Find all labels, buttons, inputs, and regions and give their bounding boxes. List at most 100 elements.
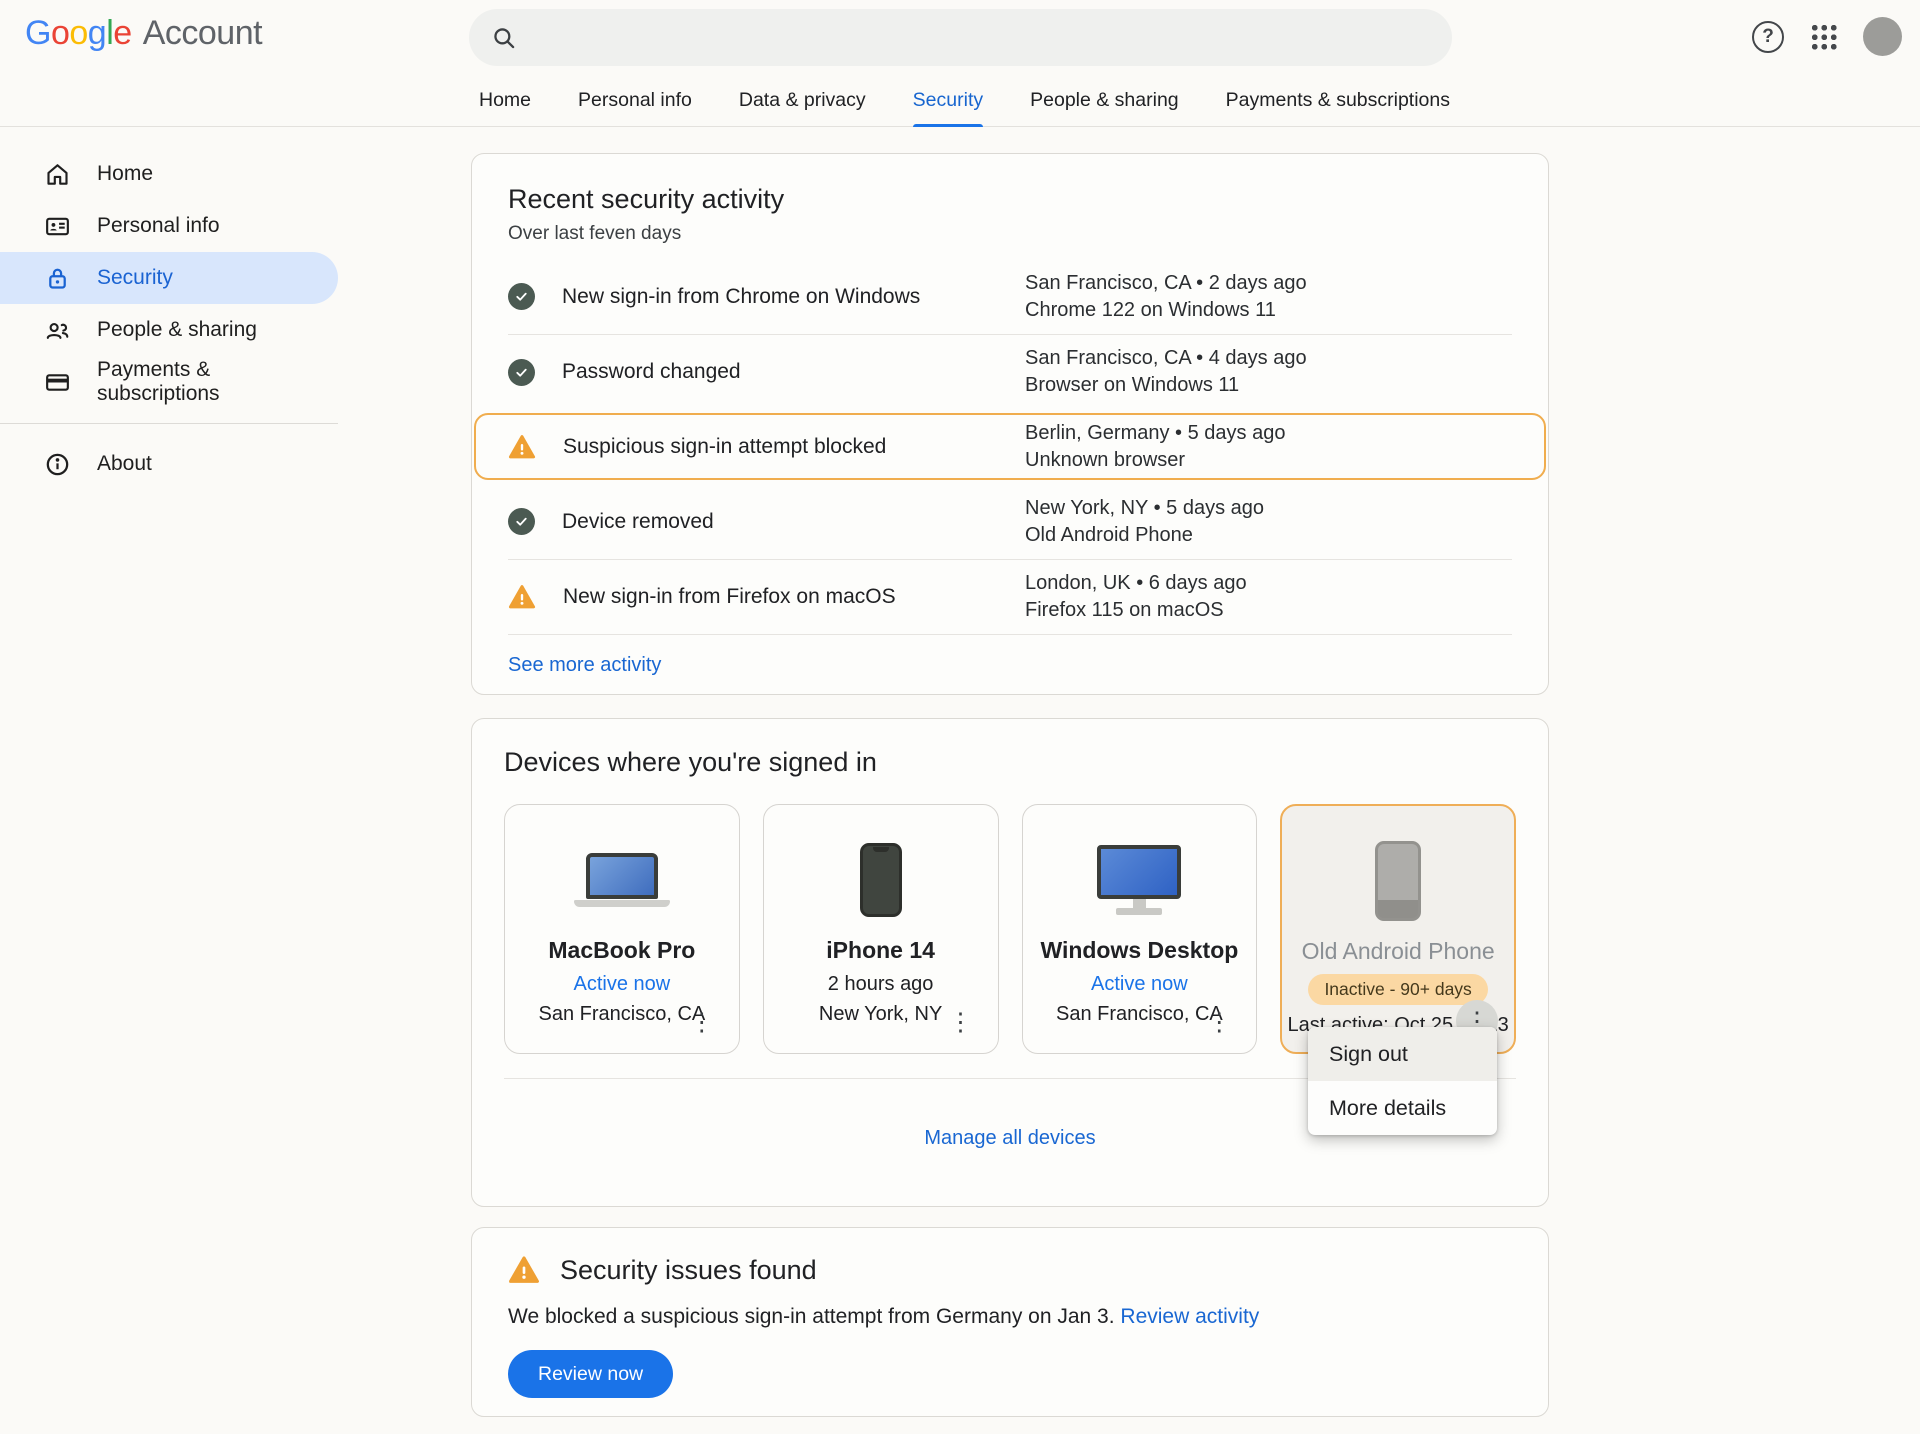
tab-data-privacy[interactable]: Data & privacy [739, 73, 866, 127]
check-icon [508, 508, 535, 535]
activity-meta-detail: Firefox 115 on macOS [1025, 597, 1512, 624]
people-icon [44, 317, 71, 344]
activity-meta-location: Berlin, Germany • 5 days ago [1025, 420, 1512, 447]
device-status: Active now [1091, 973, 1188, 996]
phone-icon [860, 839, 902, 921]
sidebar-item-label: Payments & subscriptions [97, 358, 338, 406]
tab-payments-subscriptions[interactable]: Payments & subscriptions [1226, 73, 1450, 127]
logo-account-label: Account [143, 14, 262, 53]
manage-all-devices-link[interactable]: Manage all devices [924, 1127, 1095, 1150]
review-activity-link[interactable]: Review activity [1120, 1305, 1259, 1328]
security-issues-card: Security issues found We blocked a suspi… [471, 1227, 1549, 1417]
logo-letter: o [69, 14, 87, 53]
activity-row[interactable]: Device removed New York, NY • 5 days ago… [508, 484, 1512, 559]
search-bar[interactable] [469, 9, 1452, 66]
activity-label: New sign-in from Chrome on Windows [562, 285, 920, 309]
search-icon [491, 25, 517, 51]
device-context-menu: Sign out More details [1308, 1027, 1497, 1135]
credit-card-icon [44, 369, 71, 396]
activity-row-highlighted[interactable]: Suspicious sign-in attempt blocked Berli… [474, 413, 1546, 480]
info-icon [44, 451, 71, 478]
devices-title: Devices where you're signed in [504, 747, 1516, 778]
activity-label: Password changed [562, 360, 741, 384]
recent-activity-subtitle: Over last feven days [508, 223, 1512, 245]
warning-icon [508, 583, 536, 611]
warning-icon [508, 1254, 540, 1286]
main-content: Recent security activity Over last feven… [471, 127, 1549, 1417]
tab-home[interactable]: Home [479, 73, 531, 127]
sidebar-divider [0, 423, 338, 424]
device-location: New York, NY [819, 1003, 942, 1026]
logo-letter: e [113, 14, 131, 53]
device-status: 2 hours ago [828, 973, 934, 996]
activity-row[interactable]: New sign-in from Chrome on Windows San F… [508, 259, 1512, 334]
tabs-bar: Home Personal info Data & privacy Securi… [0, 73, 1920, 127]
device-card-iphone[interactable]: iPhone 14 2 hours ago New York, NY ⋮ [763, 804, 999, 1054]
device-menu-button[interactable]: ⋮ [940, 1001, 982, 1043]
activity-meta-location: San Francisco, CA • 2 days ago [1025, 270, 1512, 297]
logo-letter: g [88, 14, 106, 53]
device-name: MacBook Pro [548, 937, 695, 964]
google-account-logo[interactable]: Google Account [25, 14, 262, 53]
device-card-windows-desktop[interactable]: Windows Desktop Active now San Francisco… [1022, 804, 1258, 1054]
apps-grid-icon[interactable] [1810, 23, 1837, 50]
activity-row[interactable]: Password changed San Francisco, CA • 4 d… [508, 334, 1512, 409]
avatar[interactable] [1863, 17, 1902, 56]
activity-label: Suspicious sign-in attempt blocked [563, 435, 886, 459]
sidebar-item-payments-subscriptions[interactable]: Payments & subscriptions [0, 356, 338, 408]
device-menu-button[interactable]: ⋮ [1198, 1001, 1240, 1043]
recent-activity-title: Recent security activity [508, 184, 1512, 215]
activity-label: New sign-in from Firefox on macOS [563, 585, 896, 609]
logo-letter: l [106, 14, 113, 53]
sidebar: Home Personal info Security People & sha… [0, 127, 338, 490]
recent-security-activity-card: Recent security activity Over last feven… [471, 153, 1549, 695]
lock-icon [44, 265, 71, 292]
review-now-button[interactable]: Review now [508, 1350, 673, 1398]
device-menu-button[interactable]: ⋮ [681, 1001, 723, 1043]
inactive-badge: Inactive - 90+ days [1308, 974, 1487, 1005]
sidebar-item-security[interactable]: Security [0, 252, 338, 304]
tab-personal-info[interactable]: Personal info [578, 73, 692, 127]
device-status: Active now [574, 973, 671, 996]
activity-meta-location: New York, NY • 5 days ago [1025, 495, 1512, 522]
activity-meta-detail: Browser on Windows 11 [1025, 372, 1512, 399]
sidebar-item-label: About [97, 452, 152, 476]
activity-meta-location: San Francisco, CA • 4 days ago [1025, 345, 1512, 372]
sidebar-item-about[interactable]: About [0, 438, 338, 490]
activity-meta-detail: Old Android Phone [1025, 522, 1512, 549]
app-header: Google Account ? [0, 0, 1920, 73]
sidebar-item-people-sharing[interactable]: People & sharing [0, 304, 338, 356]
sidebar-item-label: People & sharing [97, 318, 257, 342]
check-icon [508, 359, 535, 386]
activity-meta-detail: Chrome 122 on Windows 11 [1025, 297, 1512, 324]
sidebar-item-label: Personal info [97, 214, 220, 238]
sidebar-item-label: Home [97, 162, 153, 186]
menu-item-sign-out[interactable]: Sign out [1308, 1027, 1497, 1081]
warning-icon [508, 433, 536, 461]
activity-meta-detail: Unknown browser [1025, 447, 1512, 474]
search-input[interactable] [533, 26, 1430, 49]
activity-row[interactable]: New sign-in from Firefox on macOS London… [508, 559, 1512, 634]
check-icon [508, 283, 535, 310]
tab-people-sharing[interactable]: People & sharing [1030, 73, 1179, 127]
device-name: Windows Desktop [1040, 937, 1238, 964]
device-card-old-android[interactable]: Old Android Phone Inactive - 90+ days La… [1280, 804, 1516, 1054]
laptop-icon [574, 839, 670, 921]
android-phone-icon [1375, 840, 1421, 922]
see-more-activity-link[interactable]: See more activity [508, 654, 661, 677]
device-name: Old Android Phone [1302, 938, 1495, 965]
tab-security[interactable]: Security [913, 73, 983, 127]
menu-item-more-details[interactable]: More details [1308, 1081, 1497, 1135]
activity-label: Device removed [562, 510, 714, 534]
logo-letter: o [51, 14, 69, 53]
device-card-macbook[interactable]: MacBook Pro Active now San Francisco, CA… [504, 804, 740, 1054]
sidebar-item-personal-info[interactable]: Personal info [0, 200, 338, 252]
sidebar-item-home[interactable]: Home [0, 148, 338, 200]
id-card-icon [44, 213, 71, 240]
sidebar-item-label: Security [97, 266, 173, 290]
device-name: iPhone 14 [826, 937, 935, 964]
activity-meta-location: London, UK • 6 days ago [1025, 570, 1512, 597]
home-icon [44, 161, 71, 188]
help-icon[interactable]: ? [1752, 21, 1784, 53]
desktop-icon [1097, 839, 1181, 921]
